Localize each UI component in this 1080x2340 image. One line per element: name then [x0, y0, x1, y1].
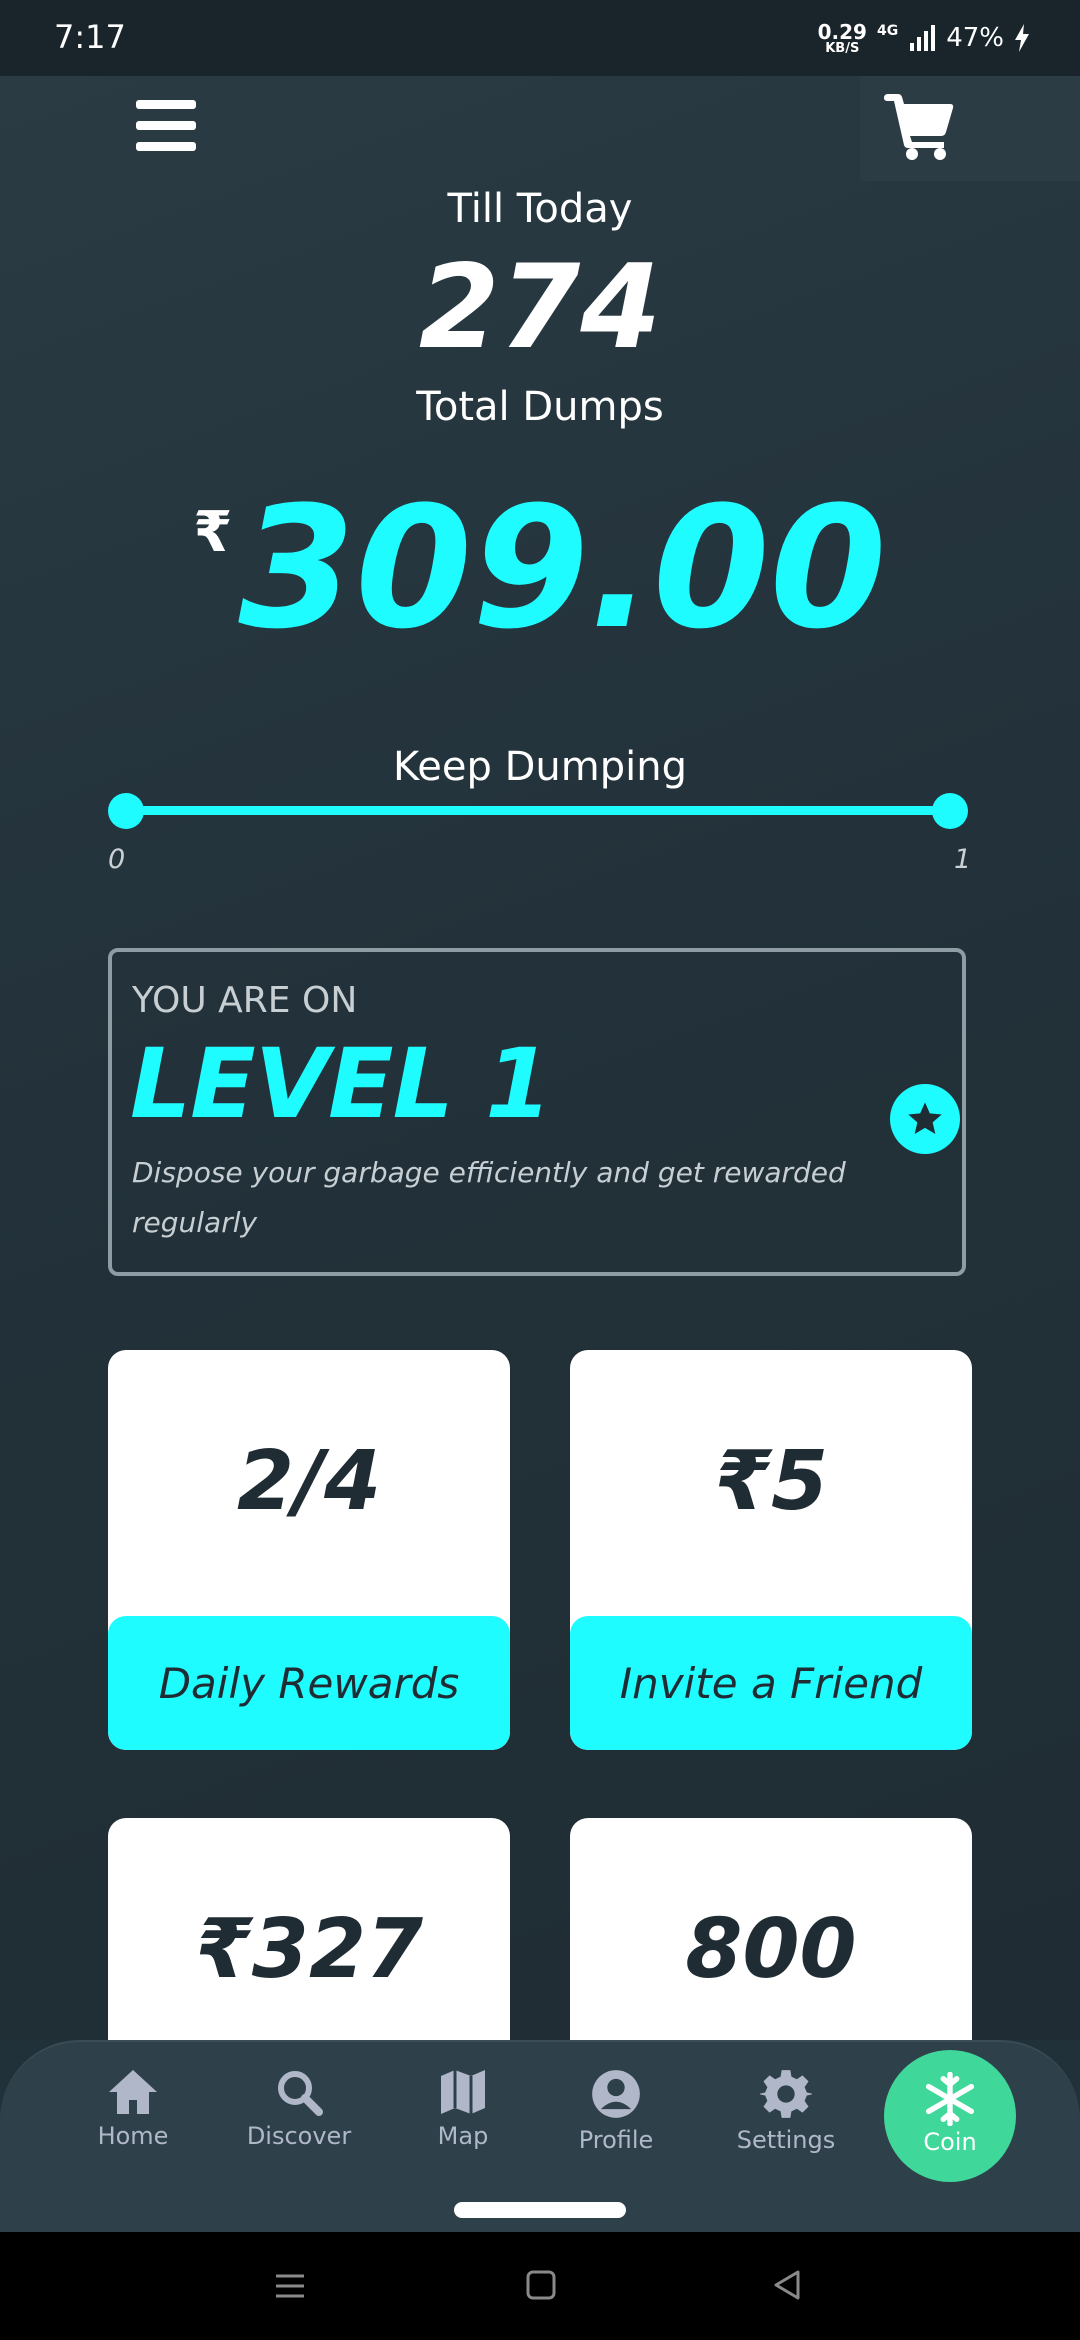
- nav-home-label: Home: [97, 2122, 169, 2150]
- home-icon: [109, 2070, 157, 2114]
- level-description: Dispose your garbage efficiently and get…: [132, 1156, 846, 1239]
- charging-icon: [1015, 24, 1029, 52]
- nav-discover-label: Discover: [246, 2122, 352, 2150]
- map-icon: [441, 2070, 485, 2114]
- progress-track: [126, 806, 950, 815]
- recent-apps-icon[interactable]: [272, 2268, 308, 2304]
- network-type: 4G: [876, 23, 899, 39]
- points-value: 800: [685, 1902, 857, 1997]
- search-icon: [278, 2071, 323, 2116]
- currency-symbol: ₹: [193, 500, 233, 565]
- balance-value: 309.00: [238, 470, 887, 666]
- nav-settings-label: Settings: [736, 2126, 836, 2154]
- daily-rewards-button[interactable]: Daily Rewards: [108, 1616, 510, 1750]
- profile-icon: [592, 2070, 640, 2118]
- total-dumps-count: 274: [418, 240, 662, 375]
- nav-profile[interactable]: Profile: [541, 2068, 691, 2154]
- home-button-icon[interactable]: [524, 2268, 558, 2302]
- nav-discover[interactable]: Discover: [224, 2068, 374, 2150]
- status-bar: 7:17 0.29 KB/S 4G 47%: [0, 0, 1080, 76]
- nav-map-label: Map: [437, 2122, 489, 2150]
- snowflake-icon: [925, 2072, 975, 2126]
- nav-map[interactable]: Map: [388, 2068, 538, 2150]
- level-pre-label: YOU ARE ON: [132, 980, 358, 1021]
- network-speed-value: 0.29: [817, 19, 867, 44]
- progress-start-dot: [108, 793, 144, 829]
- invite-friend-tile[interactable]: ₹5 Invite a Friend: [570, 1350, 972, 1750]
- progress-min-label: 0: [108, 844, 126, 875]
- daily-rewards-tile[interactable]: 2/4 Daily Rewards: [108, 1350, 510, 1750]
- total-dumps-label: Total Dumps: [416, 384, 664, 430]
- progress-end-dot: [932, 793, 968, 829]
- network-speed-unit: KB/S: [825, 40, 860, 56]
- level-title: LEVEL 1: [130, 1028, 552, 1140]
- network-speed: 0.29 KB/S: [818, 22, 867, 55]
- battery-level: 47%: [946, 23, 1004, 53]
- progress-max-label: 1: [954, 844, 972, 875]
- status-time: 7:17: [54, 18, 126, 56]
- home-indicator[interactable]: [454, 2202, 626, 2218]
- nav-coin-label: Coin: [923, 2128, 977, 2156]
- shopping-cart-icon[interactable]: [884, 94, 954, 160]
- invite-friend-button[interactable]: Invite a Friend: [570, 1616, 972, 1750]
- balance-amount: ₹309.00: [0, 480, 1080, 656]
- back-icon[interactable]: [770, 2268, 804, 2302]
- star-icon: [890, 1084, 960, 1154]
- nav-profile-label: Profile: [578, 2126, 654, 2154]
- till-today-label: Till Today: [447, 186, 633, 232]
- level-card: YOU ARE ON LEVEL 1 Dispose your garbage …: [108, 948, 966, 1276]
- status-indicators: 0.29 KB/S 4G 47%: [818, 18, 1030, 58]
- nav-home[interactable]: Home: [58, 2068, 208, 2150]
- points-tile[interactable]: 800: [570, 1818, 972, 2078]
- hamburger-menu-icon[interactable]: [136, 100, 196, 154]
- gear-icon: [760, 2070, 812, 2118]
- nav-coin[interactable]: Coin: [884, 2050, 1016, 2182]
- system-navigation-bar: [0, 2232, 1080, 2340]
- signal-icon: [910, 25, 936, 51]
- nav-settings[interactable]: Settings: [711, 2068, 861, 2154]
- progress-label: Keep Dumping: [393, 744, 687, 790]
- daily-rewards-value: 2/4: [236, 1434, 382, 1529]
- wallet-value: ₹327: [194, 1902, 424, 1997]
- invite-friend-value: ₹5: [713, 1434, 829, 1529]
- wallet-tile[interactable]: ₹327: [108, 1818, 510, 2078]
